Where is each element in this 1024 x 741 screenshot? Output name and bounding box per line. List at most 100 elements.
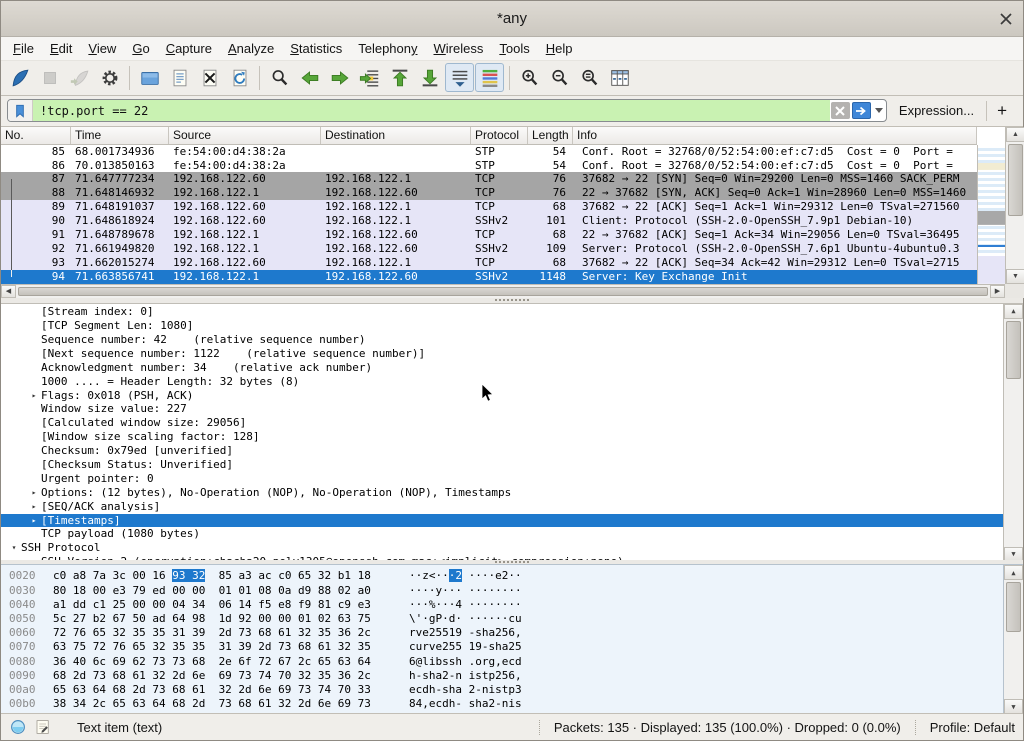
column-header-no[interactable]: No. [1,127,71,144]
scroll-right-arrow[interactable]: ▶ [990,285,1005,298]
scroll-up-arrow[interactable]: ▲ [1004,565,1023,580]
menu-edit[interactable]: Edit [42,39,80,58]
scrollbar-thumb[interactable] [1008,144,1023,216]
filter-history-dropdown[interactable] [872,100,886,121]
detail-line[interactable]: Sequence number: 42 (relative sequence n… [1,333,1005,347]
column-header-dst[interactable]: Destination [321,127,471,144]
detail-line[interactable]: ▾SSH Protocol [1,541,1005,555]
menu-file[interactable]: File [5,39,42,58]
detail-line[interactable]: 1000 .... = Header Length: 32 bytes (8) [1,375,1005,389]
detail-line[interactable]: [Checksum Status: Unverified] [1,458,1005,472]
scroll-down-arrow[interactable]: ▼ [1004,699,1023,713]
zoom-100-button[interactable] [575,63,604,92]
go-top-button[interactable] [385,63,414,92]
expander-expanded-icon[interactable]: ▾ [7,541,21,555]
packet-row[interactable]: 9271.661949820192.168.122.1192.168.122.6… [1,242,977,256]
detail-line[interactable]: ▸[Timestamps] [1,514,1005,528]
scroll-up-arrow[interactable]: ▲ [1006,127,1024,142]
reload-file-button[interactable] [225,63,254,92]
hex-row[interactable]: 0040a1 dd c1 25 00 00 04 34 06 14 f5 e8 … [9,598,1023,612]
expander-collapsed-icon[interactable]: ▸ [27,555,41,560]
expander-collapsed-icon[interactable]: ▸ [27,389,41,403]
detail-line[interactable]: [Calculated window size: 29056] [1,416,1005,430]
go-bottom-button[interactable] [415,63,444,92]
go-forward-button[interactable] [325,63,354,92]
column-header-len[interactable]: Length [528,127,573,144]
open-file-button[interactable] [135,63,164,92]
resize-columns-button[interactable] [605,63,634,92]
menu-tools[interactable]: Tools [491,39,537,58]
expander-collapsed-icon[interactable]: ▸ [27,514,41,528]
expert-info-icon[interactable] [9,718,27,736]
detail-line[interactable]: ▸SSH Version 2 (encryption:chacha20-poly… [1,555,1005,560]
hex-row[interactable]: 00b038 34 2c 65 63 64 68 2d 73 68 61 32 … [9,697,1023,711]
hex-row[interactable]: 008036 40 6c 69 62 73 73 68 2e 6f 72 67 … [9,655,1023,669]
detail-line[interactable]: Acknowledgment number: 34 (relative ack … [1,361,1005,375]
save-file-button[interactable] [165,63,194,92]
capture-comment-icon[interactable] [34,718,52,736]
menu-statistics[interactable]: Statistics [282,39,350,58]
packet-row[interactable]: 9071.648618924192.168.122.60192.168.122.… [1,214,977,228]
packet-row[interactable]: 9171.648789678192.168.122.1192.168.122.6… [1,228,977,242]
detail-line[interactable]: [Window size scaling factor: 128] [1,430,1005,444]
scroll-down-arrow[interactable]: ▼ [1004,547,1023,560]
detail-line[interactable]: Urgent pointer: 0 [1,472,1005,486]
column-header-proto[interactable]: Protocol [471,127,528,144]
hex-row[interactable]: 00a065 63 64 68 2d 73 68 61 32 2d 6e 69 … [9,683,1023,697]
packet-list-minimap[interactable] [977,145,1005,284]
detail-line[interactable]: ▸Flags: 0x018 (PSH, ACK) [1,389,1005,403]
menu-view[interactable]: View [80,39,124,58]
column-header-time[interactable]: Time [71,127,169,144]
filter-clear-button[interactable] [831,102,850,119]
expression-button[interactable]: Expression... [887,103,986,118]
packet-row[interactable]: 8568.001734936fe:54:00:d4:38:2aSTP54Conf… [1,145,977,159]
detail-line[interactable]: [Stream index: 0] [1,305,1005,319]
scrollbar-thumb[interactable] [1006,582,1021,632]
zoom-out-button[interactable] [545,63,574,92]
go-to-packet-button[interactable] [355,63,384,92]
wireshark-fin-start-button[interactable] [5,63,34,92]
hex-row[interactable]: 0020c0 a8 7a 3c 00 16 93 32 85 a3 ac c0 … [9,569,1023,583]
menu-capture[interactable]: Capture [158,39,220,58]
detail-line[interactable]: [Next sequence number: 1122 (relative se… [1,347,1005,361]
expander-collapsed-icon[interactable]: ▸ [27,486,41,500]
restart-capture-button[interactable] [65,63,94,92]
packet-row[interactable]: 9371.662015274192.168.122.60192.168.122.… [1,256,977,270]
scroll-left-arrow[interactable]: ◀ [1,285,16,298]
menu-help[interactable]: Help [538,39,581,58]
packet-row[interactable]: 8871.648146932192.168.122.1192.168.122.6… [1,186,977,200]
packet-row[interactable]: 8971.648191037192.168.122.60192.168.122.… [1,200,977,214]
detail-line[interactable]: [TCP Segment Len: 1080] [1,319,1005,333]
packet-row[interactable]: 8771.647777234192.168.122.60192.168.122.… [1,172,977,186]
detail-line[interactable]: ▸[SEQ/ACK analysis] [1,500,1005,514]
hex-row[interactable]: 006072 76 65 32 35 35 31 39 2d 73 68 61 … [9,626,1023,640]
capture-options-button[interactable] [95,63,124,92]
zoom-in-button[interactable] [515,63,544,92]
filter-text-field[interactable] [33,100,830,121]
scroll-down-arrow[interactable]: ▼ [1006,269,1024,284]
colorize-button[interactable] [475,63,504,92]
menu-analyze[interactable]: Analyze [220,39,282,58]
column-header-src[interactable]: Source [169,127,321,144]
detail-line[interactable]: Checksum: 0x79ed [unverified] [1,444,1005,458]
detail-line[interactable]: ▸Options: (12 bytes), No-Operation (NOP)… [1,486,1005,500]
profile-status[interactable]: Profile: Default [915,720,1015,735]
hex-row[interactable]: 007063 75 72 76 65 32 35 35 31 39 2d 73 … [9,640,1023,654]
scroll-up-arrow[interactable]: ▲ [1004,304,1023,319]
go-back-button[interactable] [295,63,324,92]
filter-apply-button[interactable] [852,102,871,119]
expander-collapsed-icon[interactable]: ▸ [27,500,41,514]
detail-line[interactable]: TCP payload (1080 bytes) [1,527,1005,541]
close-file-button[interactable] [195,63,224,92]
close-window-button[interactable] [998,11,1014,27]
hex-row[interactable]: 00505c 27 b2 67 50 ad 64 98 1d 92 00 00 … [9,612,1023,626]
column-header-info[interactable]: Info [573,127,977,144]
find-packet-button[interactable] [265,63,294,92]
menu-wireless[interactable]: Wireless [426,39,492,58]
scrollbar-thumb[interactable] [18,287,988,296]
stop-capture-button[interactable] [35,63,64,92]
menu-telephony[interactable]: Telephony [350,39,425,58]
hex-row[interactable]: 009068 2d 73 68 61 32 2d 6e 69 73 74 70 … [9,669,1023,683]
hex-row[interactable]: 003080 18 00 e3 79 ed 00 00 01 01 08 0a … [9,584,1023,598]
filter-bookmark-button[interactable] [8,100,33,121]
